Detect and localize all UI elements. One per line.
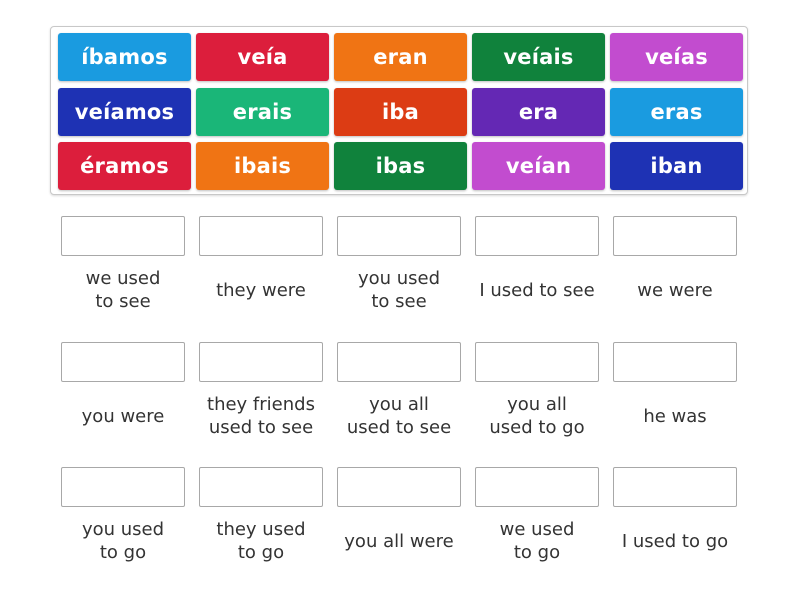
drop-slot[interactable]: [337, 342, 461, 382]
drop-slot[interactable]: [337, 467, 461, 507]
drop-slot[interactable]: [61, 467, 185, 507]
target-label: they used to go: [216, 519, 306, 563]
word-tile[interactable]: veían: [472, 142, 605, 190]
drop-slot[interactable]: [199, 467, 323, 507]
target-label: we were: [637, 279, 713, 301]
target-label: you used to go: [81, 519, 165, 563]
drop-slot[interactable]: [61, 216, 185, 256]
word-tile[interactable]: veías: [610, 33, 743, 81]
word-tile[interactable]: ibais: [196, 142, 329, 190]
target-label: they friends used to see: [207, 394, 315, 438]
drop-slot[interactable]: [337, 216, 461, 256]
drop-slot[interactable]: [61, 342, 185, 382]
word-tile[interactable]: era: [472, 88, 605, 136]
drop-slot[interactable]: [613, 342, 737, 382]
target-label: I used to go: [621, 530, 729, 552]
word-tile[interactable]: iba: [334, 88, 467, 136]
drop-slot[interactable]: [613, 216, 737, 256]
word-tile[interactable]: erais: [196, 88, 329, 136]
drop-slot[interactable]: [475, 342, 599, 382]
word-tile[interactable]: iban: [610, 142, 743, 190]
drop-slot[interactable]: [199, 216, 323, 256]
word-tile[interactable]: ibas: [334, 142, 467, 190]
target-label: we used to see: [85, 268, 161, 312]
word-tile[interactable]: veíamos: [58, 88, 191, 136]
drop-slot[interactable]: [613, 467, 737, 507]
word-tile[interactable]: éramos: [58, 142, 191, 190]
word-tile[interactable]: íbamos: [58, 33, 191, 81]
target-label: we used to go: [499, 519, 575, 563]
target-label: he was: [643, 405, 707, 427]
drop-slot[interactable]: [475, 216, 599, 256]
target-label: you all were: [344, 530, 454, 552]
drop-slot[interactable]: [199, 342, 323, 382]
word-tile[interactable]: eras: [610, 88, 743, 136]
target-label: you all used to go: [489, 394, 585, 438]
word-tile[interactable]: eran: [334, 33, 467, 81]
drop-slot[interactable]: [475, 467, 599, 507]
word-tile[interactable]: veíais: [472, 33, 605, 81]
word-tile[interactable]: veía: [196, 33, 329, 81]
target-label: they were: [216, 279, 306, 301]
word-bank: íbamos veía eran veíais veías veíamos erais iba…: [50, 26, 748, 195]
target-label: I used to see: [479, 279, 595, 301]
target-label: you were: [81, 405, 165, 427]
target-label: you used to see: [357, 268, 441, 312]
target-label: you all used to see: [346, 394, 452, 438]
